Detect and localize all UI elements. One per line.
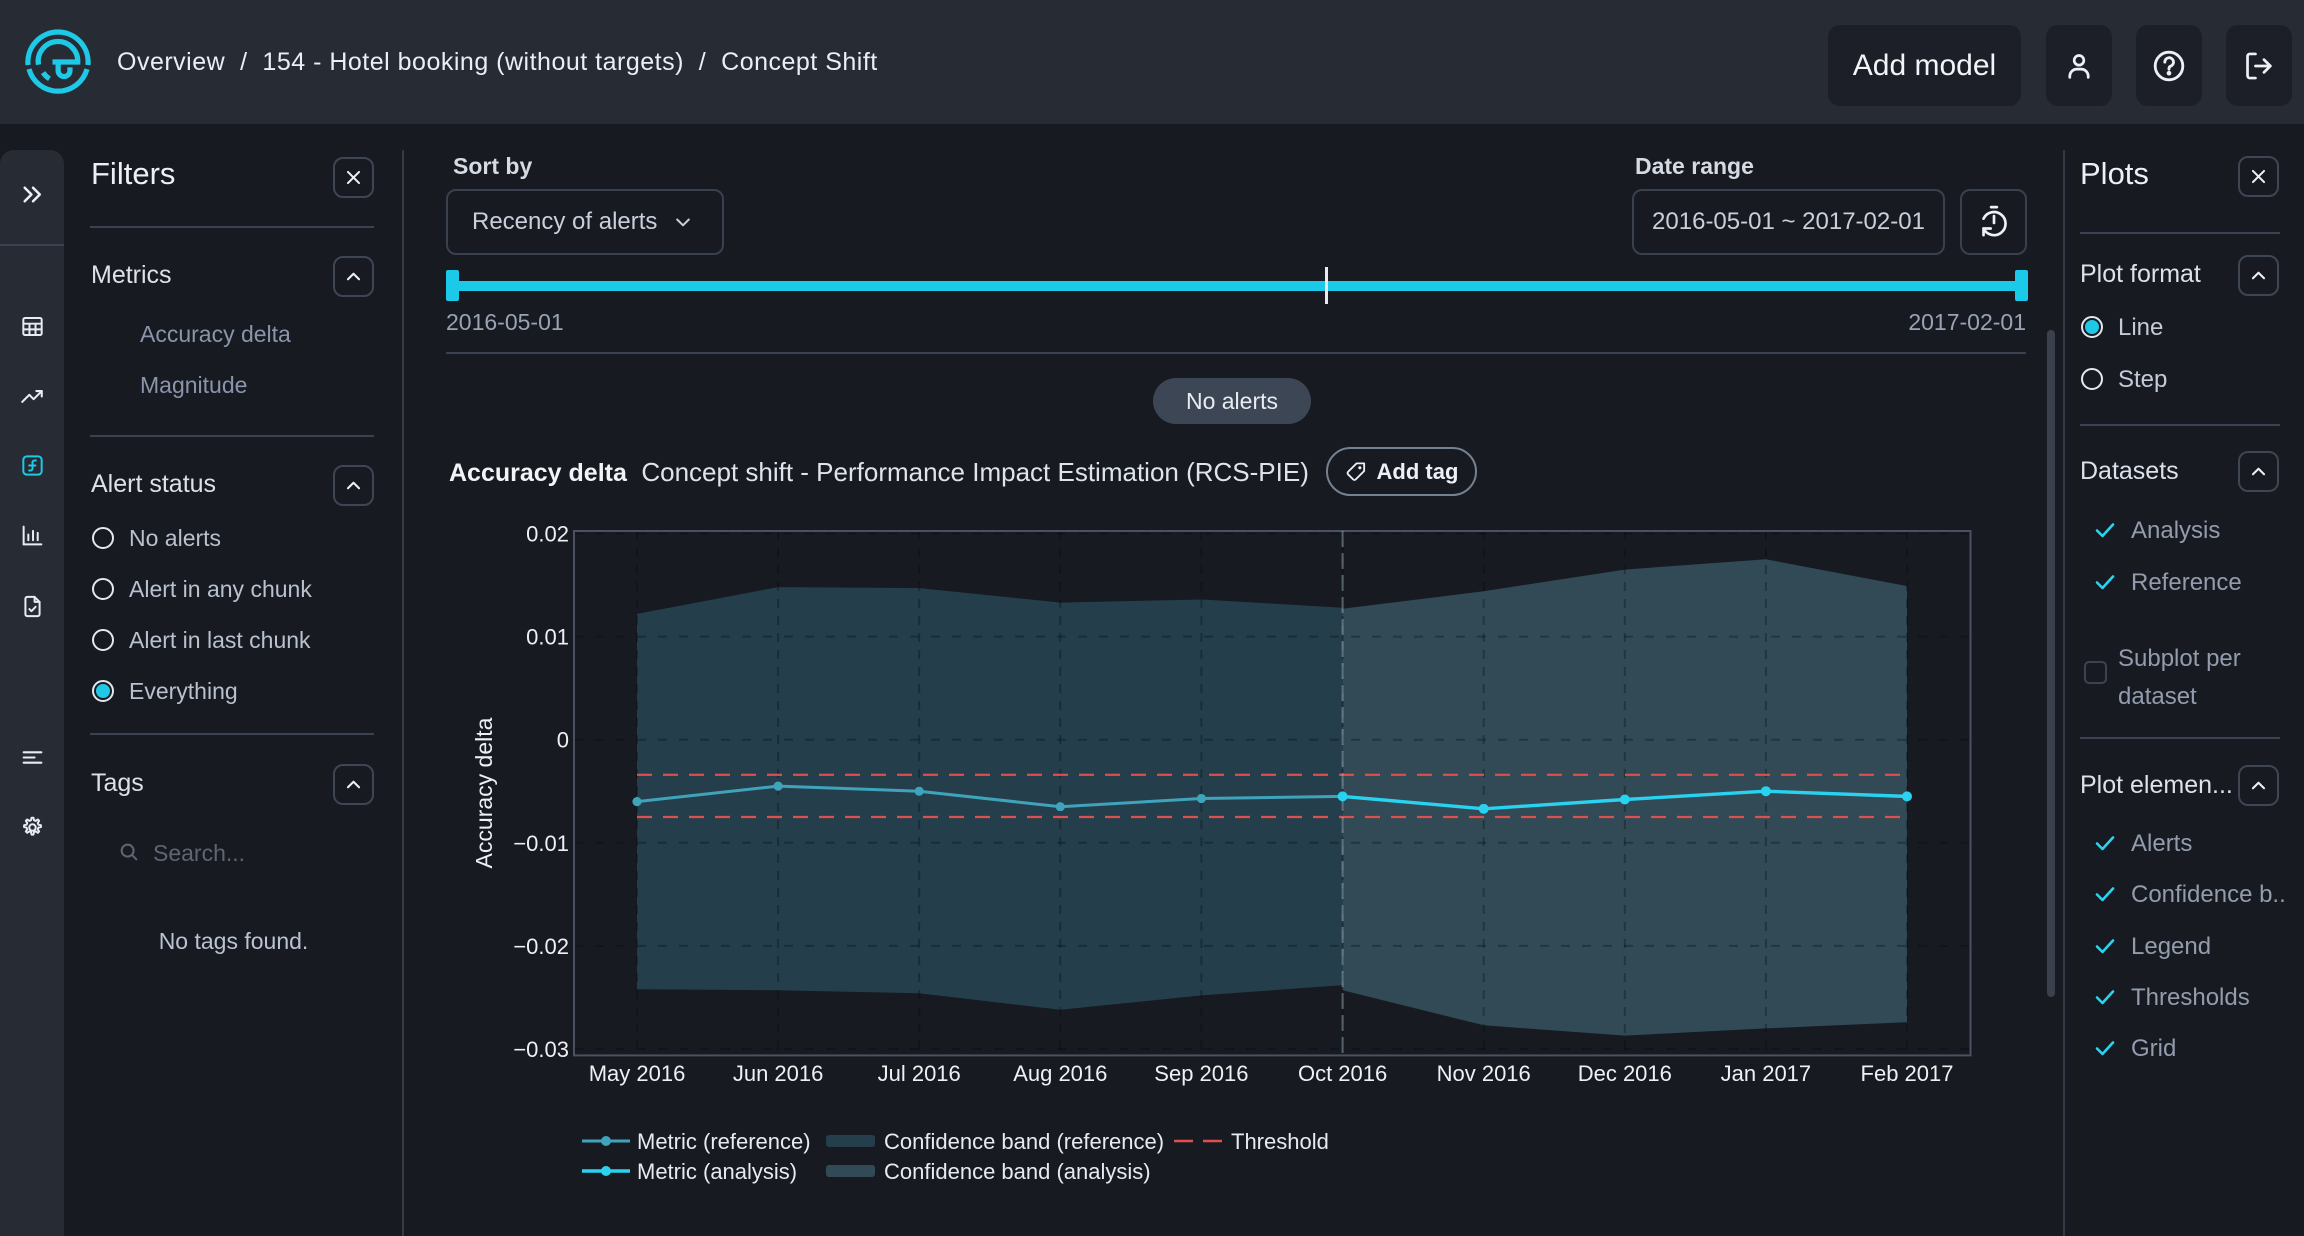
svg-text:May 2016: May 2016 [589, 1061, 686, 1086]
svg-text:Confidence band (reference): Confidence band (reference) [884, 1129, 1164, 1154]
svg-text:Jun 2016: Jun 2016 [733, 1061, 824, 1086]
svg-text:−0.03: −0.03 [513, 1037, 569, 1062]
svg-text:Aug 2016: Aug 2016 [1013, 1061, 1107, 1086]
svg-text:Metric (analysis): Metric (analysis) [637, 1159, 797, 1184]
svg-text:0.01: 0.01 [526, 625, 569, 650]
svg-text:Jul 2016: Jul 2016 [878, 1061, 961, 1086]
svg-text:Confidence band (analysis): Confidence band (analysis) [884, 1159, 1151, 1184]
svg-text:Jan 2017: Jan 2017 [1721, 1061, 1812, 1086]
svg-text:Accuracy delta: Accuracy delta [471, 717, 497, 868]
svg-text:Sep 2016: Sep 2016 [1154, 1061, 1248, 1086]
svg-text:Threshold: Threshold [1231, 1129, 1329, 1154]
svg-text:Nov 2016: Nov 2016 [1437, 1061, 1531, 1086]
svg-text:Metric (reference): Metric (reference) [637, 1129, 811, 1154]
svg-text:0: 0 [557, 728, 569, 753]
svg-text:−0.02: −0.02 [513, 934, 569, 959]
svg-text:0.02: 0.02 [526, 522, 569, 547]
svg-text:Dec 2016: Dec 2016 [1578, 1061, 1672, 1086]
svg-text:Feb 2017: Feb 2017 [1861, 1061, 1954, 1086]
svg-text:−0.01: −0.01 [513, 831, 569, 856]
svg-text:Oct 2016: Oct 2016 [1298, 1061, 1387, 1086]
